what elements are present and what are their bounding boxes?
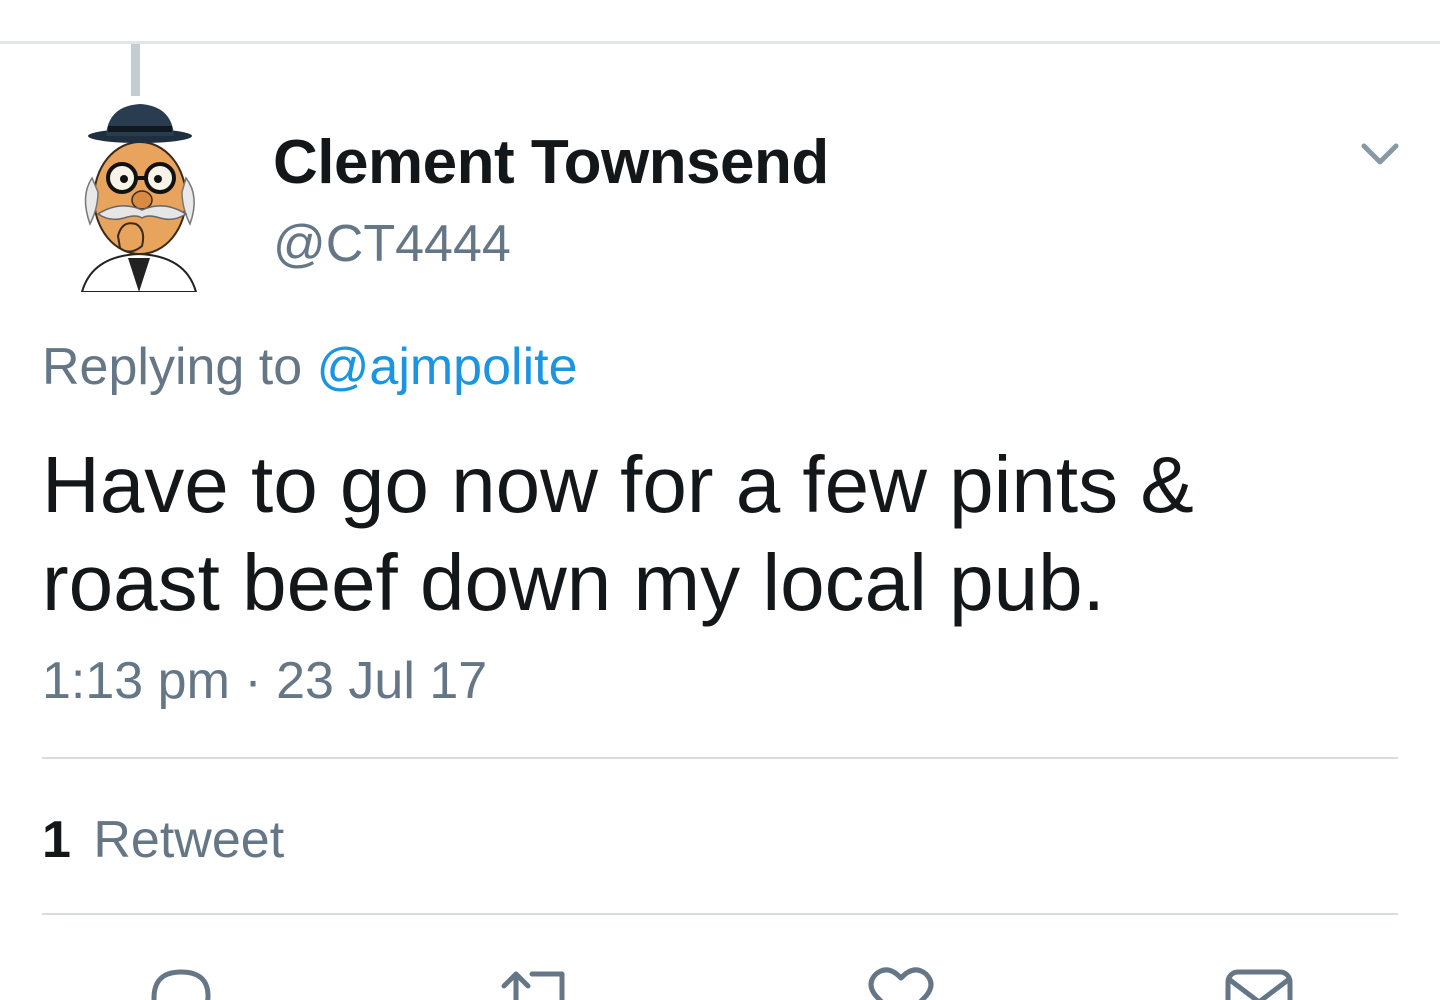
author-avatar[interactable] [62,96,216,292]
tweet-date: 23 Jul 17 [276,652,488,710]
replying-to-label: Replying to [42,338,303,396]
like-icon[interactable] [866,962,936,1000]
retweet-stats-label: Retweet [93,811,285,869]
author-name[interactable]: Clement Townsend [273,127,829,198]
divider-top [42,757,1398,759]
conversation-thread-line [131,44,140,96]
author-handle[interactable]: @CT4444 [273,214,511,274]
tweet-timestamp: 1:13 pm · 23 Jul 17 [42,651,487,711]
replying-to-handle-link[interactable]: @ajmpolite [317,338,578,396]
retweet-count: 1 [42,811,71,869]
tweet-time: 1:13 pm [42,652,230,710]
tweet-text: Have to go now for a few pints & roast b… [42,440,1194,627]
tweet-detail-screen: Clement Townsend @CT4444 Replying to @aj… [0,0,1440,1000]
chevron-down-icon[interactable] [1358,138,1402,170]
retweet-stats[interactable]: 1 Retweet [42,810,284,870]
timestamp-separator: · [244,652,262,710]
divider-bottom [42,913,1398,915]
retweet-icon[interactable] [500,962,570,1000]
replying-to-line: Replying to @ajmpolite [42,337,578,397]
reply-icon[interactable] [146,962,216,1000]
top-bar-edge [0,0,1440,44]
message-icon[interactable] [1224,962,1294,1000]
